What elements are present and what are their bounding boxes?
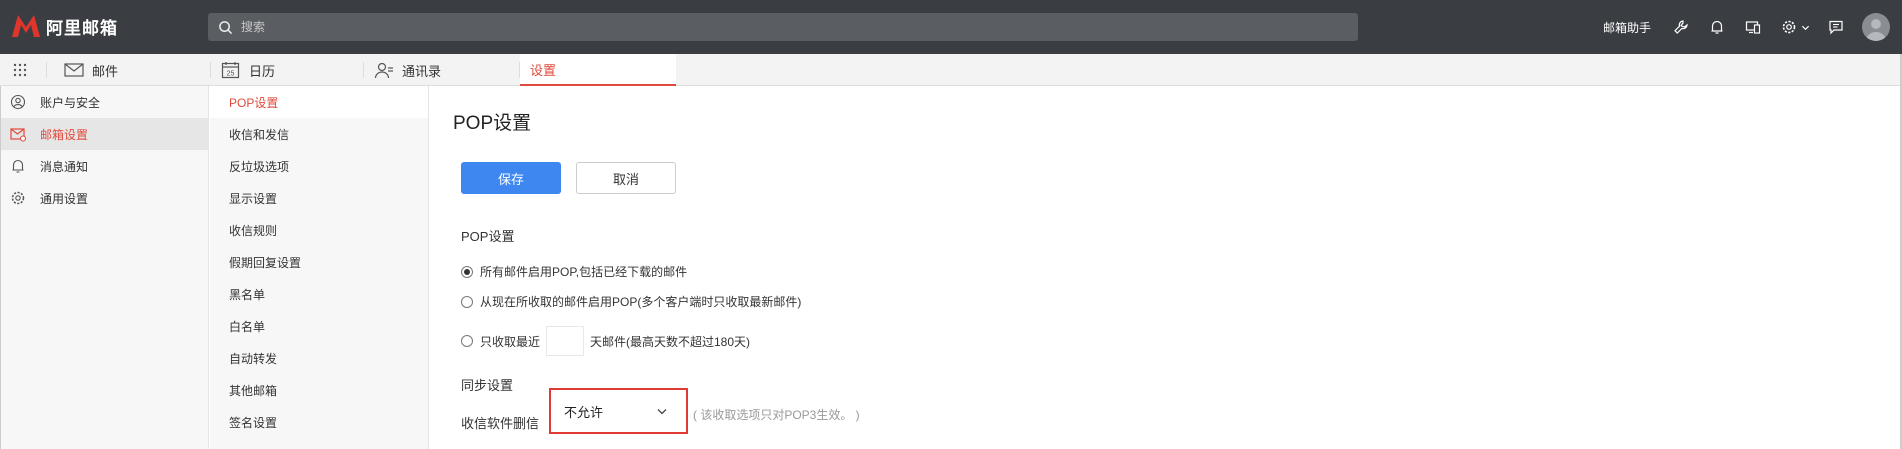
recent-prefix-label: 只收取最近 [480, 334, 541, 349]
subnav-item-send-receive[interactable]: 收信和发信 [210, 118, 428, 150]
bell-icon [12, 159, 24, 173]
calendar-icon: 25 [221, 62, 240, 79]
avatar[interactable] [1862, 13, 1890, 41]
recent-suffix-label: 天邮件(最高天数不超过180天) [590, 334, 751, 349]
top-bar: 阿里邮箱 邮箱助手 [0, 0, 1902, 54]
contacts-icon [374, 62, 393, 79]
tab-contacts-label: 通讯录 [402, 63, 442, 79]
radio-button[interactable] [461, 295, 473, 308]
sync-section-label: 同步设置 [461, 378, 514, 393]
gear-icon [11, 191, 25, 205]
select-value: 不允许 [564, 404, 604, 420]
logo[interactable]: 阿里邮箱 [10, 13, 118, 39]
subnav-item-rules[interactable]: 收信规则 [210, 214, 428, 246]
assistant-link[interactable]: 邮箱助手 [1603, 19, 1651, 36]
subnav-item-pop[interactable]: POP设置 [210, 86, 428, 118]
subnav-item-anti-spam[interactable]: 反垃圾选项 [210, 150, 428, 182]
sidebar-item-label: 邮箱设置 [40, 127, 89, 142]
logo-icon [12, 15, 40, 37]
mail-icon [64, 63, 84, 77]
sidebar-item-label: 通用设置 [40, 191, 89, 206]
user-circle-icon [10, 94, 26, 110]
subnav-item-vacation-reply[interactable]: 假期回复设置 [210, 246, 428, 278]
svg-text:25: 25 [227, 71, 235, 78]
mail-settings-icon [10, 128, 26, 142]
page-title: POP设置 [453, 113, 532, 134]
tab-divider [46, 62, 47, 78]
sidebar-item-account-security[interactable]: 账户与安全 [1, 86, 208, 118]
logo-text: 阿里邮箱 [46, 18, 118, 38]
save-button[interactable]: 保存 [461, 162, 561, 194]
wrench-icon[interactable] [1672, 18, 1690, 36]
pop-section-label: POP设置 [461, 229, 515, 244]
tab-contacts[interactable]: 通讯录 [374, 54, 441, 86]
sidebar-item-mail-settings[interactable]: 邮箱设置 [1, 118, 208, 150]
search-icon [219, 20, 233, 34]
chevron-down-icon[interactable] [1800, 18, 1810, 36]
subnav-item-signature[interactable]: 签名设置 [210, 406, 428, 438]
radio-button[interactable] [461, 265, 473, 278]
radio-label: 所有邮件启用POP,包括已经下载的邮件 [480, 265, 688, 279]
sync-delete-label: 收信软件删信 [461, 416, 540, 431]
subnav-item-blacklist[interactable]: 黑名单 [210, 278, 428, 310]
cancel-button[interactable]: 取消 [576, 162, 676, 194]
feedback-icon[interactable] [1827, 18, 1845, 36]
subnav-item-auto-forward[interactable]: 自动转发 [210, 342, 428, 374]
tab-mail[interactable]: 邮件 [64, 54, 118, 86]
tab-divider [210, 62, 211, 78]
settings-subnav: POP设置 收信和发信 反垃圾选项 显示设置 收信规则 假期回复设置 黑名单 白… [210, 86, 429, 449]
bell-icon[interactable] [1708, 18, 1726, 36]
tab-calendar[interactable]: 25 日历 [221, 54, 275, 86]
radio-button[interactable] [461, 335, 473, 347]
gear-icon[interactable] [1780, 18, 1798, 36]
tab-calendar-label: 日历 [249, 63, 276, 79]
tab-settings[interactable]: 设置 [520, 54, 676, 86]
sidebar-item-general-settings[interactable]: 通用设置 [1, 182, 208, 214]
subnav-item-whitelist[interactable]: 白名单 [210, 310, 428, 342]
sidebar-item-label: 账户与安全 [40, 95, 101, 110]
sidebar: 账户与安全 邮箱设置 消息通知 通用设置 [0, 86, 209, 449]
devices-icon[interactable] [1744, 18, 1762, 36]
radio-label: 从现在所收取的邮件启用POP(多个客户端时只收取最新邮件) [480, 295, 802, 309]
search-input[interactable] [241, 20, 1141, 34]
radio-option-all-mail[interactable]: 所有邮件启用POP,包括已经下载的邮件 [461, 263, 687, 280]
tab-mail-label: 邮件 [92, 63, 119, 79]
sidebar-item-label: 消息通知 [40, 159, 89, 174]
subnav-item-other-mailboxes[interactable]: 其他邮箱 [210, 374, 428, 406]
main-content: POP设置 保存 取消 POP设置 所有邮件启用POP,包括已经下载的邮件 从现… [430, 86, 1900, 449]
radio-option-from-now[interactable]: 从现在所收取的邮件启用POP(多个客户端时只收取最新邮件) [461, 293, 801, 310]
search-bar[interactable] [208, 13, 1358, 41]
subnav-item-display[interactable]: 显示设置 [210, 182, 428, 214]
tab-divider [363, 62, 364, 78]
tab-settings-label: 设置 [530, 62, 557, 78]
sidebar-item-notifications[interactable]: 消息通知 [1, 150, 208, 182]
app-grid-icon[interactable] [12, 62, 28, 78]
tab-bar: 邮件 25 日历 通讯录 设置 [0, 54, 1902, 86]
chevron-down-icon [657, 409, 667, 415]
radio-option-recent-days[interactable]: 只收取最近 天邮件(最高天数不超过180天) [461, 326, 750, 356]
sync-delete-select[interactable]: 不允许 [555, 397, 680, 425]
days-input[interactable] [546, 326, 585, 356]
sync-hint: ( 该收取选项只对POP3生效。 ) [693, 408, 860, 422]
